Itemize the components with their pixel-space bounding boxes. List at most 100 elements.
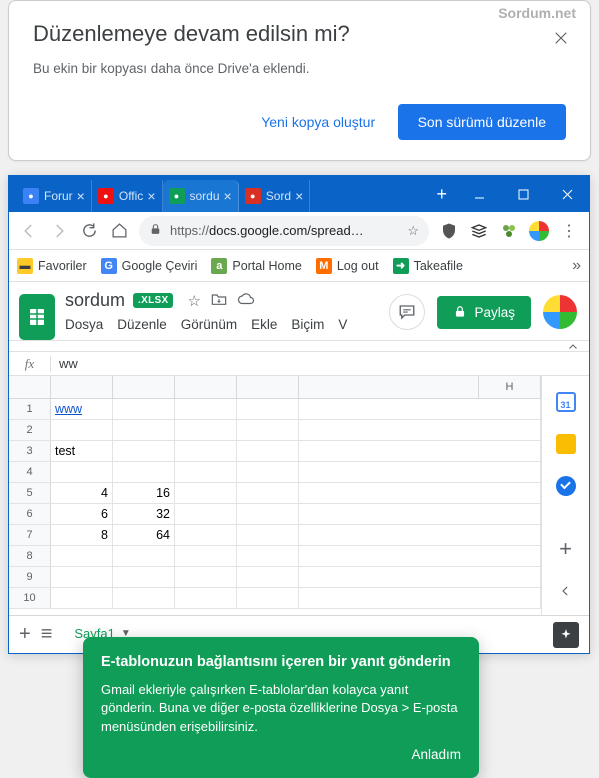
cell[interactable] (479, 399, 541, 419)
cell[interactable] (237, 546, 299, 566)
cell[interactable] (299, 588, 479, 608)
cell[interactable] (299, 399, 479, 419)
menu-item[interactable]: Dosya (65, 317, 103, 332)
new-copy-button[interactable]: Yeni kopya oluştur (247, 104, 389, 140)
cell[interactable] (479, 525, 541, 545)
cell[interactable] (479, 546, 541, 566)
cell[interactable] (299, 504, 479, 524)
add-on-plus-icon[interactable]: + (559, 536, 572, 562)
spreadsheet-grid[interactable]: H 1www23test45416663278648910 (9, 376, 541, 615)
bookmark-item[interactable]: aPortal Home (211, 258, 301, 274)
add-sheet-button[interactable]: + (19, 623, 31, 646)
star-icon[interactable]: ☆ (407, 223, 419, 239)
cell[interactable]: 8 (51, 525, 113, 545)
cell[interactable]: 6 (51, 504, 113, 524)
cell[interactable] (237, 462, 299, 482)
column-header[interactable]: H (479, 376, 541, 398)
explore-button[interactable] (553, 622, 579, 648)
cell[interactable] (299, 546, 479, 566)
row-header[interactable]: 3 (9, 441, 51, 461)
chevron-up-icon[interactable] (567, 340, 579, 358)
cell[interactable] (299, 420, 479, 440)
menu-item[interactable]: Ekle (251, 317, 277, 332)
close-tab-icon[interactable]: × (224, 188, 232, 204)
row-header[interactable]: 4 (9, 462, 51, 482)
cell[interactable] (175, 462, 237, 482)
cell[interactable] (299, 525, 479, 545)
cell[interactable]: 16 (113, 483, 175, 503)
reload-button[interactable] (75, 217, 103, 245)
bookmark-item[interactable]: ▬Favoriler (17, 258, 87, 274)
bookmark-item[interactable]: MLog out (316, 258, 379, 274)
close-tab-icon[interactable]: × (77, 188, 85, 204)
all-sheets-button[interactable]: ≡ (41, 623, 53, 646)
cell[interactable] (113, 546, 175, 566)
back-button[interactable] (15, 217, 43, 245)
row-header[interactable]: 1 (9, 399, 51, 419)
column-header[interactable] (113, 376, 175, 398)
maximize-button[interactable] (501, 176, 545, 212)
address-bar[interactable]: https://docs.google.com/spread… ☆ (139, 216, 429, 246)
cell[interactable] (479, 420, 541, 440)
cell[interactable] (175, 588, 237, 608)
cell[interactable] (299, 462, 479, 482)
move-icon[interactable] (211, 292, 227, 310)
cell[interactable] (175, 546, 237, 566)
cell[interactable] (479, 588, 541, 608)
row-header[interactable]: 8 (9, 546, 51, 566)
edit-latest-button[interactable]: Son sürümü düzenle (398, 104, 566, 140)
menu-item[interactable]: V (338, 317, 347, 332)
cell[interactable] (113, 588, 175, 608)
bookmark-item[interactable]: GGoogle Çeviri (101, 258, 198, 274)
minimize-button[interactable] (457, 176, 501, 212)
buffer-icon[interactable] (468, 220, 490, 242)
comments-button[interactable] (389, 294, 425, 330)
cell[interactable] (299, 441, 479, 461)
keep-icon[interactable] (556, 434, 576, 454)
profile-icon[interactable] (528, 220, 550, 242)
cell[interactable] (237, 441, 299, 461)
row-header[interactable]: 9 (9, 567, 51, 587)
home-button[interactable] (105, 217, 133, 245)
cell[interactable]: 32 (113, 504, 175, 524)
calendar-icon[interactable]: 31 (556, 392, 576, 412)
row-header[interactable]: 6 (9, 504, 51, 524)
ublock-icon[interactable] (438, 220, 460, 242)
row-header[interactable]: 7 (9, 525, 51, 545)
cell[interactable] (113, 567, 175, 587)
cell[interactable] (113, 399, 175, 419)
browser-tab[interactable]: ●Offic× (92, 180, 163, 212)
cell[interactable] (175, 504, 237, 524)
cell[interactable] (237, 588, 299, 608)
bookmark-item[interactable]: ➜Takeafile (393, 258, 463, 274)
extension-icon[interactable] (498, 220, 520, 242)
cell[interactable] (51, 567, 113, 587)
tasks-icon[interactable] (556, 476, 576, 496)
select-all-corner[interactable] (9, 376, 51, 398)
browser-menu-button[interactable]: ⋮ (555, 217, 583, 245)
sheets-logo-icon[interactable] (19, 294, 55, 340)
cell[interactable] (113, 462, 175, 482)
cell[interactable] (113, 420, 175, 440)
forward-button[interactable] (45, 217, 73, 245)
cell[interactable] (479, 462, 541, 482)
browser-tab[interactable]: ●Sord× (239, 180, 311, 212)
browser-tab[interactable]: ●sordu× (163, 180, 239, 212)
cell[interactable] (51, 420, 113, 440)
cell[interactable] (175, 441, 237, 461)
formula-input[interactable]: ww (51, 356, 78, 371)
cell[interactable] (175, 420, 237, 440)
cell[interactable] (175, 525, 237, 545)
collapse-panel-icon[interactable] (559, 584, 573, 603)
cell[interactable]: 64 (113, 525, 175, 545)
cell[interactable] (479, 567, 541, 587)
cell[interactable] (175, 567, 237, 587)
cloud-icon[interactable] (237, 292, 255, 310)
cell[interactable] (237, 504, 299, 524)
cell[interactable]: 4 (51, 483, 113, 503)
menu-item[interactable]: Düzenle (117, 317, 167, 332)
close-window-button[interactable] (545, 176, 589, 212)
cell[interactable] (299, 567, 479, 587)
tooltip-ok-button[interactable]: Anladım (101, 747, 461, 762)
row-header[interactable]: 2 (9, 420, 51, 440)
